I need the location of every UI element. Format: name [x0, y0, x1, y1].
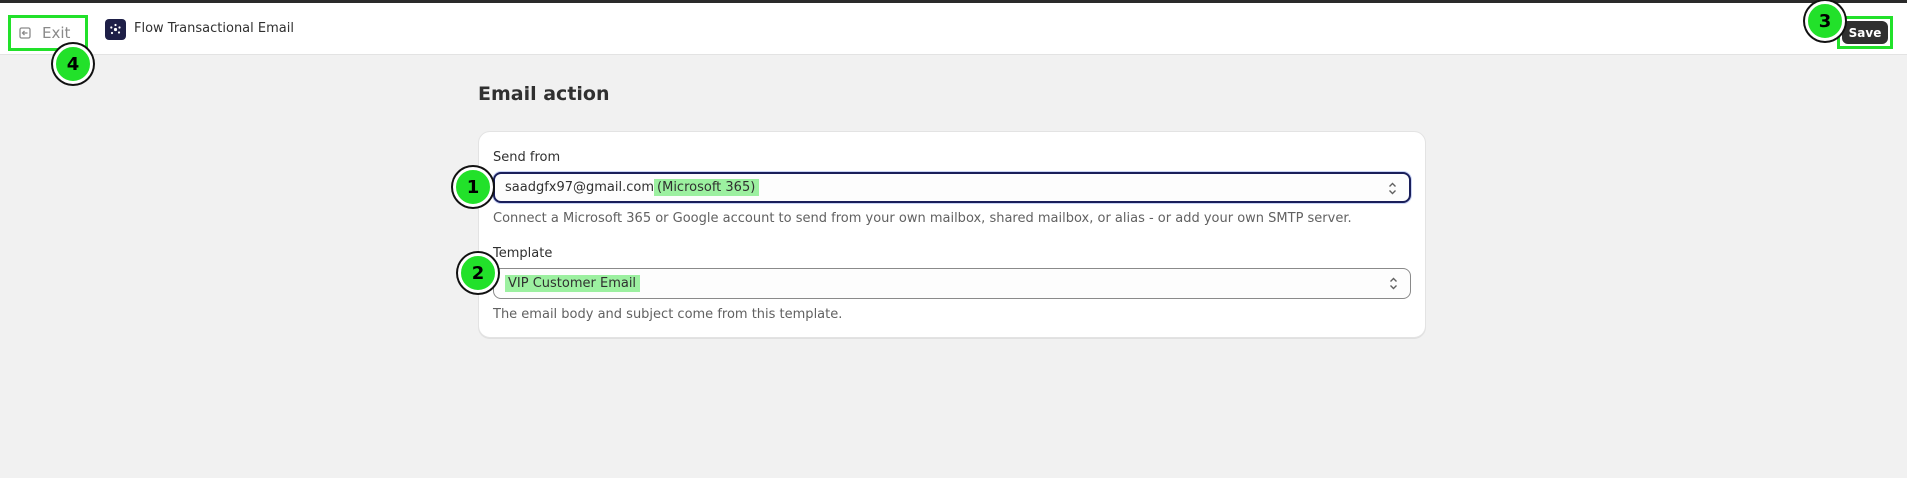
marker-1: 1: [453, 167, 493, 207]
marker-4: 4: [53, 44, 93, 84]
send-from-provider: (Microsoft 365): [654, 179, 760, 196]
exit-icon: [19, 27, 32, 39]
send-from-label: Send from: [493, 150, 561, 165]
save-button-label: Save: [1842, 21, 1888, 44]
email-action-card: Send from saadgfx97@gmail.com (Microsoft…: [478, 131, 1426, 338]
exit-label: Exit: [42, 24, 71, 42]
marker-3: 3: [1805, 1, 1845, 41]
marker-2: 2: [458, 253, 498, 293]
template-label: Template: [493, 246, 553, 261]
flow-app-icon: [105, 19, 126, 40]
top-bar: Exit Flow Transactional Email Save: [0, 3, 1907, 55]
app-title: Flow Transactional Email: [134, 21, 294, 36]
send-from-select[interactable]: saadgfx97@gmail.com (Microsoft 365): [493, 172, 1411, 203]
send-from-email: saadgfx97@gmail.com: [505, 180, 655, 195]
template-select[interactable]: VIP Customer Email: [493, 268, 1411, 299]
send-from-help: Connect a Microsoft 365 or Google accoun…: [493, 211, 1352, 226]
template-help: The email body and subject come from thi…: [493, 307, 843, 322]
page-title: Email action: [478, 83, 610, 105]
chevron-up-down-icon: [1389, 277, 1398, 294]
save-button[interactable]: Save: [1837, 16, 1893, 49]
chevron-up-down-icon: [1388, 182, 1397, 199]
template-value: VIP Customer Email: [505, 275, 641, 292]
